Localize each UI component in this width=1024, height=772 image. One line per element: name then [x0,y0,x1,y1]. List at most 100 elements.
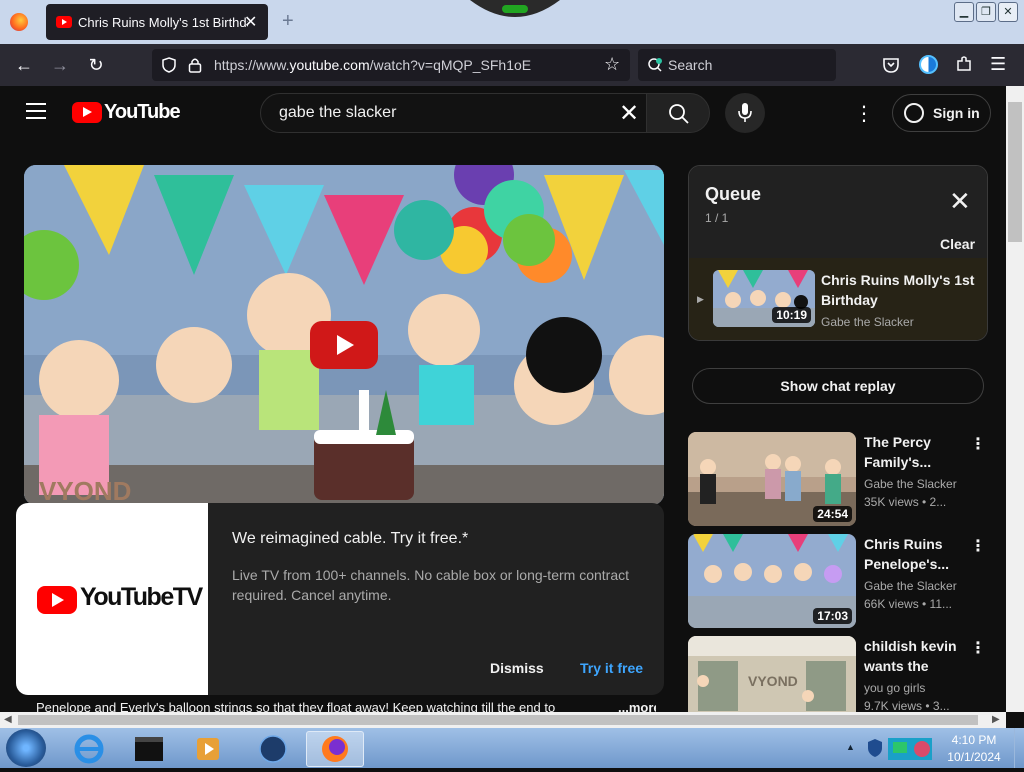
related-video-item[interactable]: VYOND childish kevin wants the ver... yo… [688,636,988,712]
show-desktop-button[interactable] [1014,728,1024,768]
dismiss-button[interactable]: Dismiss [490,660,544,676]
youtube-search-input[interactable]: gabe the slacker ✕ [260,93,648,133]
extensions-puzzle-icon[interactable] [955,55,973,73]
related-video-item[interactable]: 24:54 The Percy Family's... Gabe the Sla… [688,432,988,526]
system-clock[interactable]: 4:10 PM 10/1/2024 [942,732,1006,766]
sign-in-button[interactable]: Sign in [892,94,991,132]
youtube-logo-text: YouTube [104,101,181,123]
related-video-thumbnail[interactable]: 17:03 [688,534,856,628]
queue-item-duration: 10:19 [772,307,811,323]
microphone-icon [738,103,752,122]
firefox-taskbar-icon[interactable] [306,731,364,767]
search-icon [669,104,689,124]
vertical-scrollbar[interactable] [1006,86,1024,712]
lock-icon[interactable] [188,57,202,73]
now-playing-icon: ▶ [697,294,704,304]
promo-description: Live TV from 100+ channels. No cable box… [232,567,629,603]
network-tray-icon[interactable] [888,736,934,762]
play-button-icon[interactable] [310,321,378,369]
related-video-duration: 24:54 [813,506,852,522]
browser-navbar: ← → ↻ https://www.youtube.com/watch?v=qM… [0,44,1024,86]
related-video-menu-icon[interactable]: ⋮ [970,434,986,454]
promo-headline: We reimagined cable. Try it free.* [232,530,469,547]
related-video-item[interactable]: 17:03 Chris Ruins Penelope's... Gabe the… [688,534,988,628]
forward-arrow-icon[interactable]: → [48,53,72,77]
youtube-tv-play-icon [37,586,77,614]
search-query-text: gabe the slacker [279,104,397,121]
related-video-menu-icon[interactable]: ⋮ [970,638,986,658]
new-tab-button[interactable]: + [282,10,294,33]
queue-count: 1 / 1 [705,211,729,225]
internet-explorer-icon[interactable] [62,731,116,767]
sign-in-label: Sign in [933,105,980,121]
show-chat-replay-button[interactable]: Show chat replay [692,368,984,404]
related-video-title[interactable]: The Percy Family's... [864,432,964,472]
browser-search-box[interactable]: Search [638,49,836,81]
vertical-scroll-thumb[interactable] [1008,102,1022,242]
settings-more-icon[interactable]: ⋮ [854,101,874,126]
voice-search-button[interactable] [725,93,765,133]
related-video-menu-icon[interactable]: ⋮ [970,536,986,556]
horizontal-scroll-thumb[interactable] [18,715,978,725]
clear-search-icon[interactable]: ✕ [619,99,639,128]
video-description-snippet: Penelope and Everly's balloon strings so… [36,700,656,712]
related-video-channel[interactable]: you go girls [864,681,925,695]
shield-icon[interactable] [161,57,177,73]
minimize-button[interactable]: ▁ [954,2,974,22]
queue-header: Queue 1 / 1 ✕ Clear [689,166,987,258]
firefox-menu-icon[interactable] [10,13,28,31]
description-more-link[interactable]: ...more [618,700,656,712]
queue-item-thumbnail[interactable]: 10:19 [713,270,815,327]
terminal-icon[interactable] [122,731,176,767]
clock-time: 4:10 PM [951,733,997,747]
related-thumbnail-image: VYOND [688,636,856,712]
tray-expand-icon[interactable]: ▲ [846,742,855,752]
tab-title: Chris Ruins Molly's 1st Birthday [78,15,248,30]
security-shield-icon[interactable] [866,738,884,758]
description-text: Penelope and Everly's balloon strings so… [36,700,556,712]
close-queue-icon[interactable]: ✕ [949,188,971,214]
related-video-meta: 35K views • 2... [864,495,947,509]
bookmark-star-icon[interactable]: ☆ [604,54,620,75]
queue-title: Queue [705,184,762,204]
queue-item-title[interactable]: Chris Ruins Molly's 1st Birthday [821,270,981,310]
related-video-meta: 66K views • 11... [864,597,953,611]
hamburger-menu-icon[interactable] [26,103,46,119]
related-video-thumbnail[interactable]: 24:54 [688,432,856,526]
related-video-thumbnail[interactable]: VYOND [688,636,856,712]
close-tab-button[interactable]: ✕ [244,12,257,32]
close-window-button[interactable]: ✕ [998,2,1018,22]
network-globe-icon[interactable] [246,731,300,767]
search-button[interactable] [646,93,710,133]
try-it-free-button[interactable]: Try it free [580,660,643,676]
queue-item-channel: Gabe the Slacker [821,315,914,329]
clear-queue-button[interactable]: Clear [940,236,975,252]
restore-button[interactable]: ❐ [976,2,996,22]
reload-icon[interactable]: ↻ [84,53,108,77]
browser-tab-strip: Chris Ruins Molly's 1st Birthday ✕ + ▁ ❐… [0,0,1024,44]
clock-date: 10/1/2024 [947,750,1001,764]
scroll-right-icon[interactable]: ▶ [992,714,1000,725]
search-placeholder: Search [668,57,713,73]
youtube-header: YouTube gabe the slacker ✕ ⋮ Sign in [0,86,1006,142]
related-video-channel[interactable]: Gabe the Slacker [864,579,957,593]
related-video-title[interactable]: childish kevin wants the ver... [864,636,964,676]
svg-text:VYOND: VYOND [39,476,131,505]
app-menu-icon[interactable]: ☰ [990,54,1006,75]
media-player-icon[interactable] [182,731,236,767]
search-engine-icon [648,58,662,72]
youtube-tv-logo: YouTubeTV [16,503,208,695]
extension-icon[interactable] [919,55,938,74]
pocket-icon[interactable] [882,56,900,74]
start-button-icon[interactable] [6,729,46,767]
window-frame-decoration [470,0,560,17]
back-arrow-icon[interactable]: ← [12,53,36,77]
active-tab[interactable]: Chris Ruins Molly's 1st Birthday ✕ [46,4,268,40]
queue-item[interactable]: ▶ 10:19 Chris Ruins Molly's 1st Birthday… [689,258,987,340]
related-video-channel[interactable]: Gabe the Slacker [864,477,957,491]
scroll-left-icon[interactable]: ◀ [4,714,12,725]
related-video-duration: 17:03 [813,608,852,624]
horizontal-scrollbar[interactable]: ◀ ▶ [0,712,1006,728]
related-video-title[interactable]: Chris Ruins Penelope's... [864,534,964,574]
url-bar[interactable]: https://www.youtube.com/watch?v=qMQP_SFh… [152,49,630,81]
